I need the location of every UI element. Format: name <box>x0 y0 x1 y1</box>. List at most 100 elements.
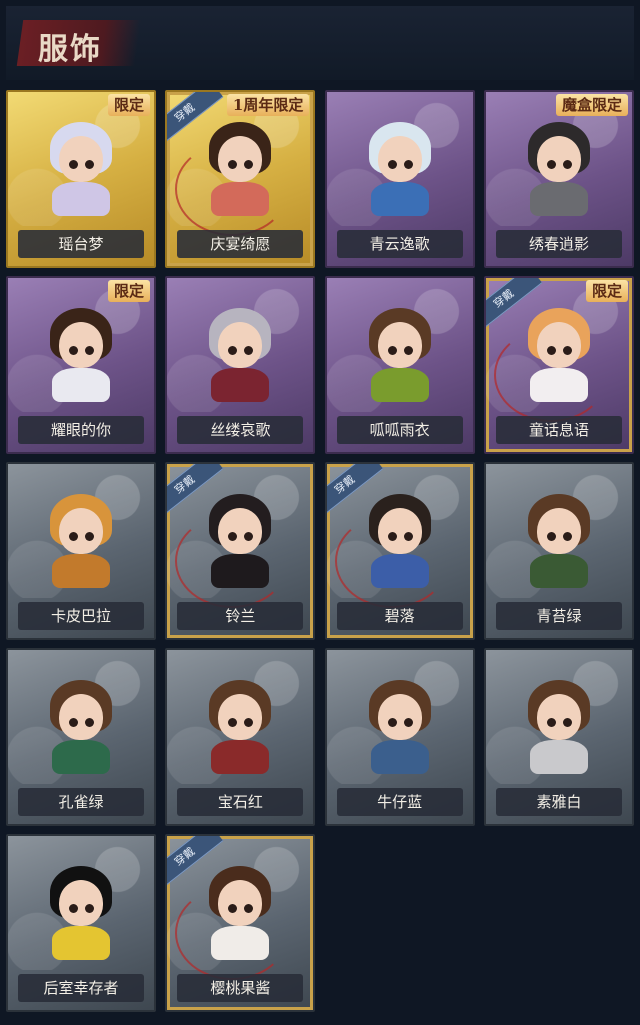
costume-name: 孔雀绿 <box>18 788 144 816</box>
costume-card[interactable]: 丝缕哀歌 <box>165 276 316 454</box>
face-shape <box>218 322 263 368</box>
outfit-shape <box>529 740 588 774</box>
outfit-shape <box>211 182 270 216</box>
face-shape <box>536 508 581 554</box>
outfit-shape <box>370 368 429 402</box>
costume-name: 铃兰 <box>177 602 304 630</box>
eye-icon <box>228 532 238 541</box>
character-portrait <box>520 302 598 402</box>
costume-card[interactable]: 魔盒限定绣春逍影 <box>483 90 634 268</box>
character-portrait <box>42 860 120 960</box>
eye-icon <box>562 346 572 355</box>
eye-icon <box>562 718 572 727</box>
eye-icon <box>228 160 238 169</box>
eye-icon <box>228 718 238 727</box>
costume-name: 绣春逍影 <box>495 230 622 258</box>
costume-card[interactable]: 穿戴 樱桃果酱 <box>165 834 316 1012</box>
face-shape <box>59 694 103 740</box>
face-shape <box>218 880 263 926</box>
eye-icon <box>244 904 254 913</box>
outfit-shape <box>211 554 270 588</box>
costume-grid: 限定 瑶台梦 1周年限定 穿戴 庆宴绮愿 青云逸歌 魔盒限定 绣春逍影 限定 耀眼的你 丝缕哀歌 呱呱… <box>6 90 634 1012</box>
costume-name: 素雅白 <box>495 788 622 816</box>
character-portrait <box>361 674 439 774</box>
costume-card[interactable]: 宝石红 <box>165 648 316 826</box>
eye-icon <box>85 160 94 169</box>
eye-icon <box>387 532 397 541</box>
character-portrait <box>201 488 279 588</box>
face-shape <box>59 136 103 182</box>
outfit-shape <box>529 368 588 402</box>
costume-name: 樱桃果酱 <box>177 974 304 1002</box>
costume-name: 碧落 <box>336 602 463 630</box>
eye-icon <box>244 160 254 169</box>
eye-icon <box>546 718 556 727</box>
outfit-shape <box>370 182 429 216</box>
outfit-shape <box>370 554 429 588</box>
character-portrait <box>201 302 279 402</box>
costume-card[interactable]: 卡皮巴拉 <box>6 462 156 640</box>
costume-name: 青云逸歌 <box>336 230 463 258</box>
character-portrait <box>520 488 598 588</box>
costume-card[interactable]: 限定 穿戴 童话息语 <box>483 276 634 454</box>
outfit-shape <box>529 554 588 588</box>
costume-card[interactable]: 1周年限定 穿戴 庆宴绮愿 <box>165 90 316 268</box>
outfit-shape <box>211 740 270 774</box>
character-portrait <box>520 674 598 774</box>
character-portrait <box>361 302 439 402</box>
eye-icon <box>403 160 413 169</box>
costume-name: 丝缕哀歌 <box>177 416 304 444</box>
costume-name: 瑶台梦 <box>18 230 144 258</box>
character-portrait <box>361 116 439 216</box>
limited-badge: 限定 <box>585 280 628 302</box>
costume-card[interactable]: 青苔绿 <box>483 462 634 640</box>
eye-icon <box>387 346 397 355</box>
costume-card[interactable]: 限定 耀眼的你 <box>6 276 156 454</box>
costume-card[interactable]: 青云逸歌 <box>324 90 475 268</box>
eye-icon <box>244 718 254 727</box>
eye-icon <box>228 346 238 355</box>
eye-icon <box>69 718 78 727</box>
eye-icon <box>562 160 572 169</box>
eye-icon <box>562 532 572 541</box>
eye-icon <box>546 532 556 541</box>
character-portrait <box>520 116 598 216</box>
costume-card[interactable]: 限定 瑶台梦 <box>6 90 156 268</box>
outfit-shape <box>211 926 270 960</box>
face-shape <box>377 322 422 368</box>
outfit-shape <box>529 182 588 216</box>
face-shape <box>536 322 581 368</box>
costume-card[interactable]: 牛仔蓝 <box>324 648 475 826</box>
eye-icon <box>85 532 94 541</box>
costume-card[interactable]: 后室幸存者 <box>6 834 156 1012</box>
eye-icon <box>546 346 556 355</box>
costume-card[interactable]: 素雅白 <box>483 648 634 826</box>
costume-name: 童话息语 <box>495 416 622 444</box>
costume-card[interactable]: 穿戴 碧落 <box>324 462 475 640</box>
character-portrait <box>201 674 279 774</box>
eye-icon <box>546 160 556 169</box>
outfit-shape <box>370 740 429 774</box>
limited-badge: 魔盒限定 <box>555 94 628 116</box>
character-portrait <box>42 302 120 402</box>
eye-icon <box>69 904 78 913</box>
outfit-shape <box>52 368 110 402</box>
costume-card[interactable]: 穿戴 铃兰 <box>165 462 316 640</box>
costume-name: 后室幸存者 <box>18 974 144 1002</box>
face-shape <box>377 136 422 182</box>
costume-name: 呱呱雨衣 <box>336 416 463 444</box>
costume-card[interactable]: 孔雀绿 <box>6 648 156 826</box>
face-shape <box>59 508 103 554</box>
character-portrait <box>201 116 279 216</box>
outfit-shape <box>52 926 110 960</box>
header-bar: 服饰 <box>6 6 634 80</box>
character-portrait <box>201 860 279 960</box>
eye-icon <box>403 532 413 541</box>
eye-icon <box>85 904 94 913</box>
face-shape <box>59 880 103 926</box>
costume-card[interactable]: 呱呱雨衣 <box>324 276 475 454</box>
face-shape <box>536 136 581 182</box>
eye-icon <box>228 904 238 913</box>
limited-badge: 1周年限定 <box>226 94 310 116</box>
eye-icon <box>69 532 78 541</box>
